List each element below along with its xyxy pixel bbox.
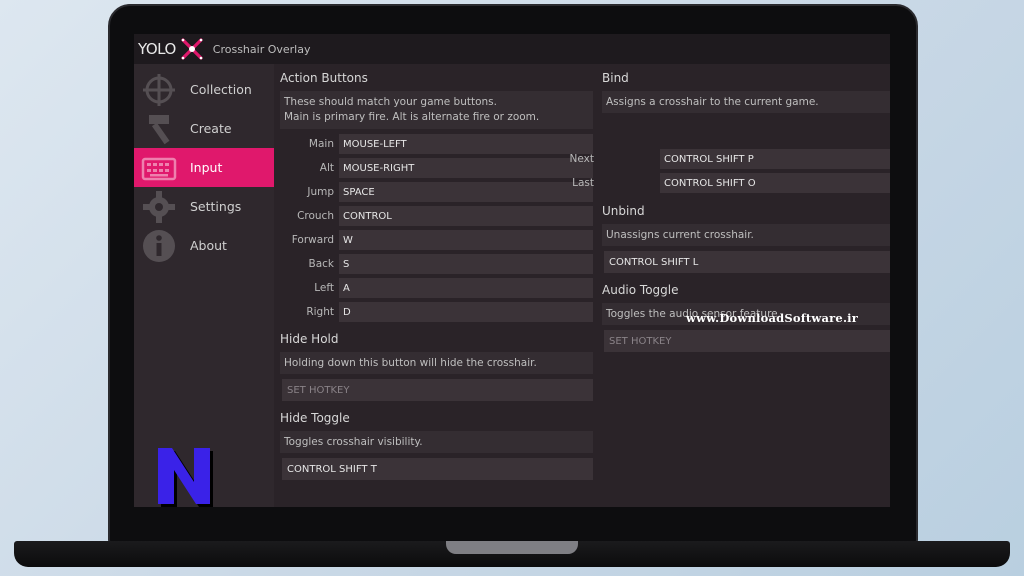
hide-toggle-description: Toggles crosshair visibility. <box>280 431 593 453</box>
alt-label: Alt <box>319 162 334 174</box>
keyboard-icon <box>141 150 177 186</box>
app-window: YOLO Crosshair Overlay Collection Create… <box>134 34 890 507</box>
bind-description: Assigns a crosshair to the current game. <box>602 91 890 113</box>
logo-x-icon <box>177 34 207 64</box>
info-icon <box>141 228 177 264</box>
forward-label: Forward <box>291 234 334 246</box>
unbind-description: Unassigns current crosshair. <box>602 224 890 246</box>
back-label: Back <box>308 258 335 270</box>
sidebar-item-collection[interactable]: Collection <box>134 70 274 109</box>
jump-label: Jump <box>307 186 334 198</box>
description-line: These should match your game buttons. <box>284 96 497 108</box>
description-line: Main is primary fire. Alt is alternate f… <box>284 111 540 123</box>
last-label: Last <box>572 177 594 189</box>
sidebar-item-input[interactable]: Input <box>134 148 274 187</box>
left-hotkey-field[interactable]: A <box>339 278 593 298</box>
last-hotkey-field[interactable]: CONTROL SHIFT O <box>660 173 890 193</box>
hide-toggle-hotkey-field[interactable]: CONTROL SHIFT T <box>282 458 593 480</box>
watermark-text: www.DownloadSoftware.ir <box>686 311 858 325</box>
sidebar-item-label: Input <box>190 160 223 175</box>
app-title: Crosshair Overlay <box>212 42 311 56</box>
next-label: Next <box>569 153 594 165</box>
sidebar-item-label: Collection <box>190 82 252 97</box>
main-hotkey-field[interactable]: MOUSE-LEFT <box>339 134 593 154</box>
unbind-title: Unbind <box>602 204 645 218</box>
sidebar-item-settings[interactable]: Settings <box>134 187 274 226</box>
audio-toggle-title: Audio Toggle <box>602 283 679 297</box>
input-panel: Action Buttons These should match your g… <box>274 64 890 507</box>
sidebar-item-label: Settings <box>190 199 242 214</box>
left-label: Left <box>314 282 334 294</box>
audio-toggle-hotkey-field[interactable]: SET HOTKEY <box>604 330 890 352</box>
action-buttons-description: These should match your game buttons. Ma… <box>280 91 593 129</box>
bind-title: Bind <box>602 71 629 85</box>
hide-hold-hotkey-field[interactable]: SET HOTKEY <box>282 379 593 401</box>
back-hotkey-field[interactable]: S <box>339 254 593 274</box>
title-bar: YOLO Crosshair Overlay <box>134 34 890 64</box>
laptop-notch <box>446 541 578 554</box>
hide-hold-description: Holding down this button will hide the c… <box>280 352 593 374</box>
sidebar-item-create[interactable]: Create <box>134 109 274 148</box>
app-logo-text: YOLO <box>138 40 176 58</box>
action-buttons-title: Action Buttons <box>280 71 368 85</box>
next-hotkey-field[interactable]: CONTROL SHIFT P <box>660 149 890 169</box>
hide-toggle-title: Hide Toggle <box>280 411 350 425</box>
right-label: Right <box>306 306 334 318</box>
crosshair-icon <box>141 72 177 108</box>
crouch-hotkey-field[interactable]: CONTROL <box>339 206 593 226</box>
sidebar-item-about[interactable]: About <box>134 226 274 265</box>
sidebar-item-label: Create <box>190 121 232 136</box>
hide-hold-title: Hide Hold <box>280 332 339 346</box>
gear-icon <box>141 189 177 225</box>
unbind-hotkey-field[interactable]: CONTROL SHIFT L <box>604 251 890 273</box>
forward-hotkey-field[interactable]: W <box>339 230 593 250</box>
right-hotkey-field[interactable]: D <box>339 302 593 322</box>
sidebar: Collection Create Input Settings About <box>134 64 274 507</box>
crouch-label: Crouch <box>297 210 334 222</box>
sidebar-item-label: About <box>190 238 227 253</box>
hammer-icon <box>141 111 177 147</box>
n-logo-icon <box>154 446 216 507</box>
main-label: Main <box>308 138 334 150</box>
